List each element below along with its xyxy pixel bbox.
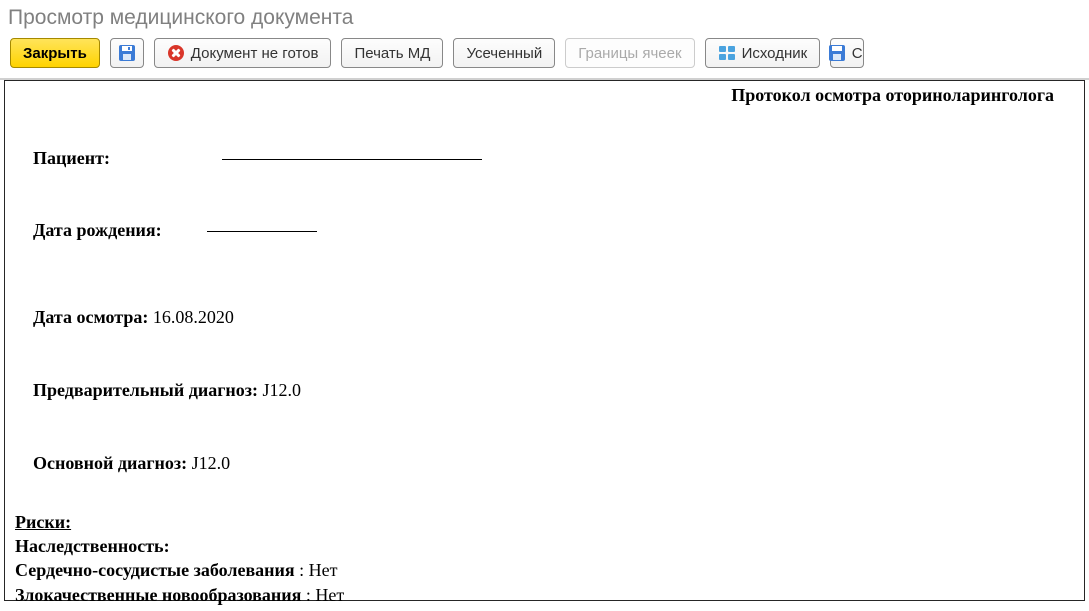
save-icon-button[interactable]	[110, 38, 144, 68]
more-button[interactable]: С	[830, 38, 864, 68]
risks-header: Риски:	[15, 510, 1074, 534]
risk-row: Хронические болезни нижних дыхательных п…	[15, 607, 1074, 611]
patient-value-redacted	[222, 157, 482, 160]
exam-date-row: Дата осмотра: 16.08.2020	[15, 281, 1074, 354]
document-title: Протокол осмотра оториноларинголога	[15, 83, 1074, 107]
cell-borders-label: Границы ячеек	[578, 45, 681, 62]
risk-label: Сердечно-сосудистые заболевания	[15, 560, 295, 580]
cell-borders-button[interactable]: Границы ячеек	[565, 38, 694, 68]
more-button-label: С	[852, 45, 863, 62]
close-button[interactable]: Закрыть	[10, 38, 100, 68]
truncated-button[interactable]: Усеченный	[453, 38, 555, 68]
patient-label: Пациент:	[33, 148, 110, 168]
preliminary-label: Предварительный диагноз:	[33, 380, 258, 400]
risk-row: Наследственность:	[15, 534, 1074, 558]
toolbar: Закрыть Документ не готов Печать МД Усеч…	[0, 34, 1089, 80]
main-diag-value: J12.0	[192, 453, 231, 473]
main-diag-label: Основной диагноз:	[33, 453, 187, 473]
close-button-label: Закрыть	[23, 45, 87, 62]
preliminary-row: Предварительный диагноз: J12.0	[15, 354, 1074, 427]
dob-row: Дата рождения:	[15, 194, 1074, 267]
not-ready-label: Документ не готов	[191, 45, 319, 62]
document-viewer: Протокол осмотра оториноларинголога Паци…	[4, 80, 1085, 601]
main-diag-row: Основной диагноз: J12.0	[15, 427, 1074, 500]
dob-value-redacted	[207, 229, 317, 232]
exam-date-value: 16.08.2020	[153, 307, 234, 327]
risk-value: Нет	[309, 560, 338, 580]
floppy-icon	[828, 44, 846, 62]
risk-row: Злокачественные новообразования : Нет	[15, 583, 1074, 607]
risk-label: Наследственность:	[15, 536, 170, 556]
window-title: Просмотр медицинского документа	[0, 0, 1089, 34]
source-button-label: Исходник	[742, 45, 808, 62]
truncated-button-label: Усеченный	[466, 45, 542, 62]
print-button[interactable]: Печать МД	[341, 38, 443, 68]
dob-label: Дата рождения:	[33, 220, 162, 240]
risk-label: Злокачественные новообразования	[15, 585, 301, 605]
risk-value: Нет	[315, 585, 344, 605]
exam-date-label: Дата осмотра:	[33, 307, 148, 327]
preliminary-value: J12.0	[262, 380, 301, 400]
floppy-icon	[118, 44, 136, 62]
not-ready-button[interactable]: Документ не готов	[154, 38, 332, 68]
print-button-label: Печать МД	[354, 45, 430, 62]
source-button[interactable]: Исходник	[705, 38, 821, 68]
patient-row: Пациент:	[15, 121, 1074, 194]
cancel-circle-icon	[167, 44, 185, 62]
source-icon	[718, 44, 736, 62]
risk-row: Сердечно-сосудистые заболевания : Нет	[15, 558, 1074, 582]
